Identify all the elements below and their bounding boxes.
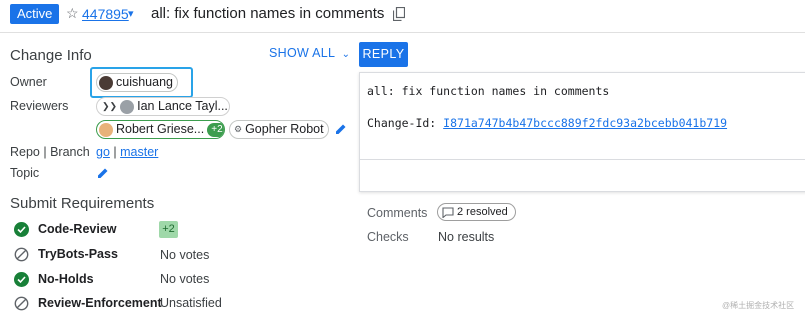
avatar	[120, 99, 135, 114]
attention-icon: ❯❯	[102, 101, 118, 111]
reviewer-name: Robert Griese...	[116, 122, 205, 136]
reviewers-label: Reviewers	[10, 99, 69, 113]
checks-label: Checks	[367, 230, 409, 244]
requirement-name[interactable]: No-Holds	[38, 272, 94, 286]
reply-button[interactable]: REPLY	[359, 42, 408, 67]
watermark: @稀土掘金技术社区	[722, 301, 795, 310]
vote-badge: +2	[207, 122, 224, 137]
requirement-name[interactable]: TryBots-Pass	[38, 247, 118, 261]
comments-resolved-chip[interactable]: 2 resolved	[437, 203, 516, 221]
topic-label: Topic	[10, 166, 40, 180]
edit-reviewers-icon[interactable]	[335, 123, 347, 135]
check-circle-icon	[14, 222, 29, 237]
edit-topic-icon[interactable]	[97, 167, 109, 179]
separator: |	[113, 145, 117, 159]
requirement-name[interactable]: Review-Enforcement	[38, 296, 162, 310]
submit-requirements-title: Submit Requirements	[10, 195, 155, 212]
checks-status: No results	[438, 230, 495, 244]
reviewer-name: Gopher Robot	[245, 122, 324, 136]
branch-link[interactable]: master	[120, 145, 158, 159]
owner-label: Owner	[10, 75, 47, 89]
commit-message-subject: all: fix function names in comments	[367, 84, 610, 98]
not-applicable-icon	[14, 247, 29, 262]
reviewer-chip[interactable]: ⚙ Gopher Robot	[229, 120, 329, 139]
change-info-title: Change Info	[10, 47, 92, 64]
owner-chip[interactable]: cuishuang	[96, 73, 178, 92]
reviewer-chip[interactable]: Robert Griese... +2	[96, 120, 225, 139]
change-id-label: Change-Id:	[367, 116, 444, 130]
header-divider	[0, 32, 805, 33]
reviewer-name: Ian Lance Tayl...	[137, 99, 228, 113]
repo-branch-value: go | master	[96, 145, 158, 159]
show-all-button[interactable]: SHOW ALL ⌄	[269, 46, 350, 60]
avatar	[99, 122, 113, 137]
requirement-status: No votes	[160, 248, 210, 262]
chevron-down-icon: ⌄	[341, 49, 351, 60]
owner-name: cuishuang	[116, 75, 173, 89]
requirement-status: Unsatisfied	[160, 296, 222, 310]
copy-icon[interactable]	[393, 7, 405, 21]
avatar	[99, 75, 113, 90]
resolved-count: 2 resolved	[457, 206, 508, 218]
repo-branch-label: Repo | Branch	[10, 145, 90, 159]
robot-icon: ⚙	[234, 124, 243, 134]
repo-link[interactable]: go	[96, 145, 110, 159]
star-icon[interactable]: ☆	[66, 5, 79, 22]
comment-icon	[442, 206, 454, 218]
chevron-down-icon[interactable]: ▾	[128, 7, 134, 20]
comments-label: Comments	[367, 206, 428, 220]
not-applicable-icon	[14, 296, 29, 311]
requirement-name[interactable]: Code-Review	[38, 222, 117, 236]
change-id-line: Change-Id: I871a747b4b47bccc889f2fdc93a2…	[367, 116, 727, 130]
reviewer-chip[interactable]: ❯❯ Ian Lance Tayl...	[96, 97, 230, 116]
message-divider	[359, 159, 805, 160]
check-circle-icon	[14, 272, 29, 287]
code-review-vote: +2	[159, 221, 178, 238]
requirement-status: No votes	[160, 272, 210, 286]
status-badge: Active	[10, 4, 60, 24]
change-number-link[interactable]: 447895	[82, 6, 129, 22]
change-id-link[interactable]: I871a747b4b47bccc889f2fdc93a2bcebb041b71…	[443, 116, 727, 130]
show-all-label: SHOW ALL	[269, 46, 335, 60]
change-subject: all: fix function names in comments	[151, 5, 385, 22]
